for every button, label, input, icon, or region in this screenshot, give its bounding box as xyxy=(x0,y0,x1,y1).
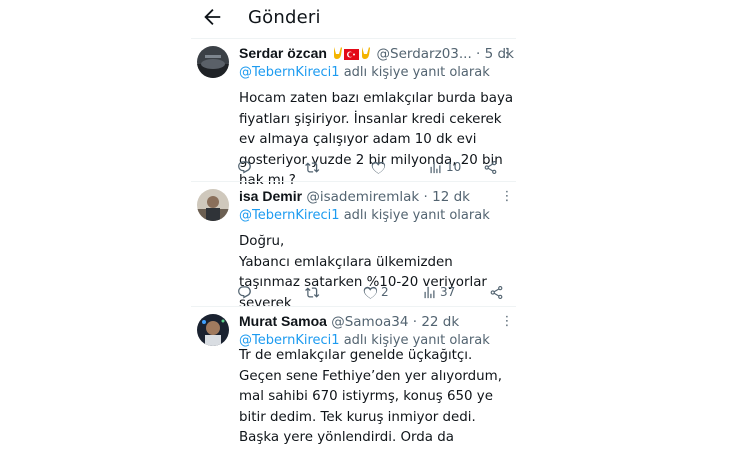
tweet-text: Doğru, Yabancı emlakçılara ülkemizden ta… xyxy=(239,234,487,311)
retweet-icon xyxy=(305,161,320,173)
like-button[interactable]: 2 xyxy=(363,283,389,301)
share-icon xyxy=(484,160,497,174)
divider xyxy=(191,306,516,307)
mention-link[interactable]: @TebernKireci1 xyxy=(239,208,340,223)
views-button[interactable]: 10 xyxy=(428,158,461,176)
views-count: 10 xyxy=(446,160,462,174)
more-options-icon[interactable]: ⋮ xyxy=(498,314,516,329)
reply-context: @TebernKireci1 adlı kişiye yanıt olarak xyxy=(239,65,490,80)
tweet-header: isa Demir @isademiremlak · 12 dk xyxy=(239,188,470,205)
tweet-header: Serdar özcan @Serdarz03... · 5 dk xyxy=(239,44,514,65)
reply-tweet[interactable]: Murat Samoa @Samoa34 · 22 dk ⋮ @TebernKi… xyxy=(191,308,516,445)
divider xyxy=(191,181,516,182)
reply-tweet[interactable]: Serdar özcan @Serdarz03... · 5 dk ⋮ @Teb… xyxy=(191,40,516,188)
horns-emoji-icon xyxy=(331,46,344,65)
action-bar: 2 37 xyxy=(237,283,507,301)
retweet-icon xyxy=(305,286,320,298)
divider xyxy=(191,38,516,39)
reply-button[interactable] xyxy=(237,158,255,176)
reply-icon xyxy=(238,285,251,298)
handle[interactable]: @Serdarz03... xyxy=(377,46,472,62)
handle[interactable]: @isademiremlak xyxy=(306,189,419,205)
heart-icon xyxy=(371,161,386,174)
more-options-icon[interactable]: ⋮ xyxy=(498,46,516,61)
timestamp[interactable]: 22 dk xyxy=(421,314,459,330)
turkey-flag-icon xyxy=(344,47,360,65)
timestamp[interactable]: 12 dk xyxy=(432,189,470,205)
retweet-button[interactable] xyxy=(305,283,323,301)
views-chart-icon xyxy=(424,286,435,298)
page-title: Gönderi xyxy=(248,7,321,28)
display-name[interactable]: isa Demir xyxy=(239,188,302,204)
retweet-button[interactable] xyxy=(305,158,323,176)
tweet-text: Hocam zaten bazı emlakçılar burda baya f… xyxy=(239,91,514,188)
views-button[interactable]: 37 xyxy=(422,283,455,301)
display-name[interactable]: Serdar özcan xyxy=(239,45,327,61)
views-count: 37 xyxy=(440,285,456,299)
like-button[interactable] xyxy=(371,158,389,176)
views-chart-icon xyxy=(430,161,441,173)
mention-link[interactable]: @TebernKireci1 xyxy=(239,65,340,80)
avatar[interactable] xyxy=(197,189,229,221)
handle[interactable]: @Samoa34 xyxy=(331,314,408,330)
avatar[interactable] xyxy=(197,46,229,78)
reply-button[interactable] xyxy=(237,283,255,301)
share-button[interactable] xyxy=(489,283,504,301)
reply-tweet[interactable]: isa Demir @isademiremlak · 12 dk ⋮ @Tebe… xyxy=(191,183,516,311)
horns-emoji-icon xyxy=(359,46,372,65)
action-bar: 10 xyxy=(237,158,507,176)
reply-context-label: adlı kişiye yanıt olarak xyxy=(339,208,490,223)
share-button[interactable] xyxy=(483,158,498,176)
heart-icon xyxy=(363,286,378,299)
share-icon xyxy=(490,285,503,299)
top-bar: Gönderi xyxy=(0,0,730,38)
tweet-text: Tr de emlakçılar genelde üçkağıtçı. Geçe… xyxy=(239,348,502,445)
likes-count: 2 xyxy=(381,285,389,299)
tweet-header: Murat Samoa @Samoa34 · 22 dk xyxy=(239,313,460,330)
avatar[interactable] xyxy=(197,314,229,346)
reply-icon xyxy=(238,160,251,173)
more-options-icon[interactable]: ⋮ xyxy=(498,189,516,204)
reply-context-label: adlı kişiye yanıt olarak xyxy=(339,65,490,80)
back-arrow-icon[interactable] xyxy=(201,6,223,28)
display-name[interactable]: Murat Samoa xyxy=(239,313,327,329)
reply-context: @TebernKireci1 adlı kişiye yanıt olarak xyxy=(239,208,490,223)
